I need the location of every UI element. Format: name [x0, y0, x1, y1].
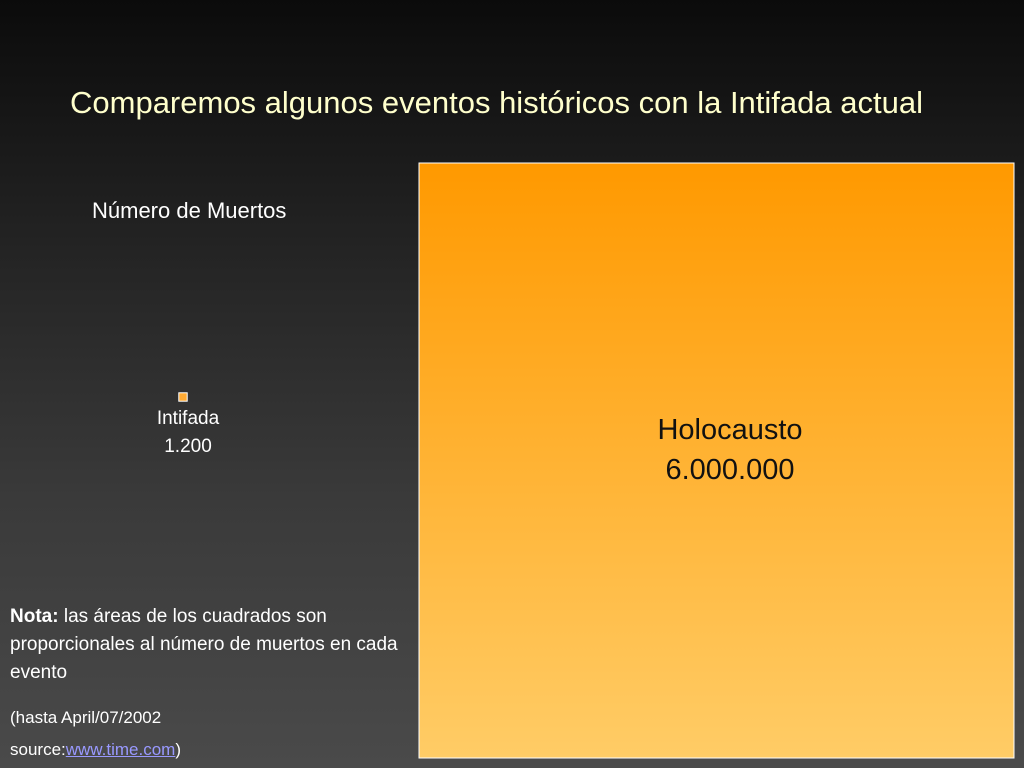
note-body: las áreas de los cuadrados son proporcio… — [10, 606, 398, 683]
note-label: Nota: — [10, 606, 59, 627]
intifada-name: Intifada — [156, 408, 220, 429]
intifada-value: 1.200 — [164, 436, 212, 457]
intifada-square — [178, 392, 188, 402]
source-line: source:www.time.com) — [10, 740, 410, 760]
intifada-label: Intifada 1.200 — [118, 405, 258, 461]
source-link[interactable]: www.time.com — [66, 740, 176, 759]
holocausto-name: Holocausto — [657, 414, 803, 446]
holocausto-value: 6.000.000 — [665, 454, 795, 486]
holocausto-label: Holocausto 6.000.000 — [580, 410, 880, 490]
source-suffix: ) — [175, 740, 181, 759]
source-prefix: source: — [10, 740, 66, 759]
date-note: (hasta April/07/2002 — [10, 708, 162, 727]
note-text: Nota: las áreas de los cuadrados son pro… — [10, 603, 410, 687]
